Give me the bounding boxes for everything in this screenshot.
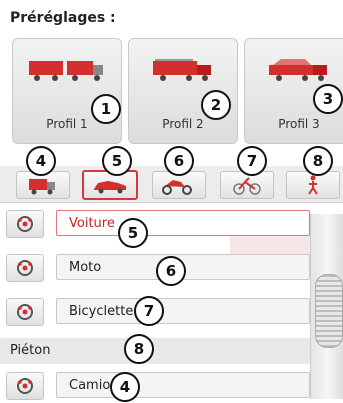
callout-marker: 4: [110, 372, 140, 402]
callout-marker: 6: [156, 256, 186, 286]
profile-3-label: Profil 3: [278, 117, 320, 131]
car-icon: [94, 181, 126, 194]
callout-marker: 5: [118, 218, 148, 248]
list-item[interactable]: Camion: [0, 370, 310, 400]
list-item-label: Camion: [56, 372, 310, 398]
pedestrian-icon: [308, 175, 318, 195]
profile-1-button[interactable]: Profil 1: [12, 38, 122, 144]
callout-marker: 6: [164, 146, 194, 176]
vehicle-type-bar: 4 5 6 7 8: [0, 146, 343, 203]
list-item[interactable]: Piéton: [0, 336, 310, 366]
fire-truck-icon: [153, 59, 211, 81]
car-transporter-icon: [269, 59, 327, 81]
vehicle-profile-list: Voiture Moto Bicyclette Piéton Camion 5 …: [0, 206, 343, 403]
profile-cards: Profil 1 Profil 2 Profil 3 1 2 3: [0, 38, 343, 144]
settings-wheel-icon[interactable]: [6, 372, 44, 400]
callout-marker: 5: [102, 146, 132, 176]
page-title: Préréglages :: [10, 10, 116, 26]
settings-wheel-icon[interactable]: [6, 298, 44, 326]
list-item-label: Voiture: [56, 210, 310, 236]
list-item[interactable]: Moto: [0, 252, 310, 282]
list-item[interactable]: Voiture: [0, 208, 310, 238]
callout-marker: 2: [201, 90, 231, 120]
truck-icon: [29, 179, 55, 195]
callout-marker: 8: [303, 146, 333, 176]
callout-marker: 8: [124, 334, 154, 364]
callout-marker: 1: [91, 94, 121, 124]
callout-marker: 4: [26, 146, 56, 176]
list-item-label: Piéton: [0, 338, 310, 364]
callout-marker: 7: [237, 146, 267, 176]
bicycle-icon: [233, 177, 261, 195]
callout-marker: 7: [134, 296, 164, 326]
truck-trailer-icon: [29, 61, 103, 81]
scrollbar[interactable]: [310, 214, 343, 399]
settings-wheel-icon[interactable]: [6, 210, 44, 238]
scroll-thumb[interactable]: [315, 274, 343, 348]
list-item-label: Bicyclette: [56, 298, 310, 324]
callout-marker: 3: [313, 84, 343, 114]
settings-wheel-icon[interactable]: [6, 254, 44, 282]
